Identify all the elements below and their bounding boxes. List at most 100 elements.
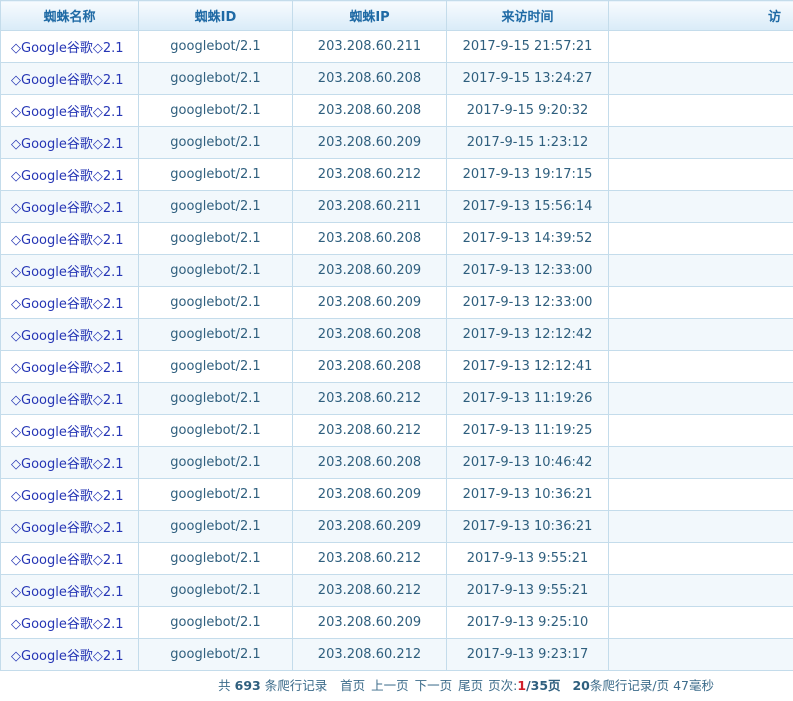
table-row: ◇Google谷歌◇2.1 googlebot/2.1 203.208.60.212… (0, 542, 793, 575)
cell-spider-name[interactable]: ◇Google谷歌◇2.1 (0, 446, 139, 479)
table-row: ◇Google谷歌◇2.1 googlebot/2.1 203.208.60.208… (0, 62, 793, 95)
cell-visited-url[interactable]: http://www.58day.co (608, 222, 793, 255)
cell-visited-url[interactable]: http://www.58day (608, 446, 793, 479)
table-row: ◇Google谷歌◇2.1 googlebot/2.1 203.208.60.208… (0, 350, 793, 383)
cell-spider-id: googlebot/2.1 (138, 574, 293, 607)
cell-spider-ip: 203.208.60.208 (292, 350, 447, 383)
cell-visit-time: 2017-9-13 9:23:17 (446, 638, 609, 671)
cell-spider-name[interactable]: ◇Google谷歌◇2.1 (0, 542, 139, 575)
table-header-row: 蜘蛛名称 蜘蛛ID 蜘蛛IP 来访时间 访 (0, 0, 793, 31)
next-page-link[interactable]: 下一页 (415, 678, 453, 693)
total-suffix: 条爬行记录 (264, 678, 328, 693)
header-spider-name[interactable]: 蜘蛛名称 (0, 0, 139, 31)
cell-spider-name[interactable]: ◇Google谷歌◇2.1 (0, 94, 139, 127)
page-label: 页次: (488, 678, 518, 693)
cell-visit-time: 2017-9-13 12:12:42 (446, 318, 609, 351)
cell-spider-id: googlebot/2.1 (138, 478, 293, 511)
cell-spider-name[interactable]: ◇Google谷歌◇2.1 (0, 318, 139, 351)
cell-spider-name[interactable]: ◇Google谷歌◇2.1 (0, 414, 139, 447)
cell-visited-url[interactable]: http://www (608, 126, 793, 159)
cell-spider-ip: 203.208.60.209 (292, 510, 447, 543)
cell-spider-id: googlebot/2.1 (138, 62, 293, 95)
table-row: ◇Google谷歌◇2.1 googlebot/2.1 203.208.60.212… (0, 382, 793, 415)
cell-spider-name[interactable]: ◇Google谷歌◇2.1 (0, 190, 139, 223)
cell-spider-id: googlebot/2.1 (138, 350, 293, 383)
cell-visited-url[interactable]: http://www.5 (608, 350, 793, 383)
cell-visited-url[interactable]: http://www.58da (608, 542, 793, 575)
cell-spider-name[interactable]: ◇Google谷歌◇2.1 (0, 382, 139, 415)
cell-visited-url[interactable]: http://www.58da (608, 510, 793, 543)
cell-spider-name[interactable]: ◇Google谷歌◇2.1 (0, 574, 139, 607)
cell-visited-url[interactable]: http://www.58da (608, 254, 793, 287)
cell-spider-name[interactable]: ◇Google谷歌◇2.1 (0, 254, 139, 287)
current-page: 1 (517, 678, 527, 693)
cell-visit-time: 2017-9-13 10:46:42 (446, 446, 609, 479)
header-spider-ip[interactable]: 蜘蛛IP (292, 0, 447, 31)
cell-visited-url[interactable]: http://www (608, 30, 793, 63)
table-row: ◇Google谷歌◇2.1 googlebot/2.1 203.208.60.209… (0, 478, 793, 511)
cell-visited-url[interactable]: http://www (608, 190, 793, 223)
cell-visit-time: 2017-9-15 21:57:21 (446, 30, 609, 63)
table-row: ◇Google谷歌◇2.1 googlebot/2.1 203.208.60.208… (0, 318, 793, 351)
cell-spider-id: googlebot/2.1 (138, 94, 293, 127)
cell-visited-url[interactable]: http://www.58 (608, 62, 793, 95)
last-page-link[interactable]: 尾页 (458, 678, 483, 693)
cell-spider-name[interactable]: ◇Google谷歌◇2.1 (0, 222, 139, 255)
cell-spider-ip: 203.208.60.212 (292, 414, 447, 447)
cell-spider-id: googlebot/2.1 (138, 638, 293, 671)
cell-spider-ip: 203.208.60.212 (292, 158, 447, 191)
cell-spider-id: googlebot/2.1 (138, 414, 293, 447)
cell-spider-id: googlebot/2.1 (138, 286, 293, 319)
cell-spider-id: googlebot/2.1 (138, 318, 293, 351)
cell-spider-name[interactable]: ◇Google谷歌◇2.1 (0, 638, 139, 671)
cell-visited-url[interactable]: http://www.58day.co (608, 158, 793, 191)
table-row: ◇Google谷歌◇2.1 googlebot/2.1 203.208.60.212… (0, 414, 793, 447)
table-row: ◇Google谷歌◇2.1 googlebot/2.1 203.208.60.211… (0, 30, 793, 63)
cell-spider-name[interactable]: ◇Google谷歌◇2.1 (0, 510, 139, 543)
cell-visit-time: 2017-9-13 9:55:21 (446, 542, 609, 575)
cell-spider-ip: 203.208.60.209 (292, 478, 447, 511)
cell-spider-ip: 203.208.60.209 (292, 286, 447, 319)
cell-visited-url[interactable]: http://www.58day.co (608, 638, 793, 671)
header-spider-id[interactable]: 蜘蛛ID (138, 0, 293, 31)
cell-visited-url[interactable]: http://www.58da (608, 414, 793, 447)
first-page-link[interactable]: 首页 (340, 678, 365, 693)
table-body: ◇Google谷歌◇2.1 googlebot/2.1 203.208.60.211… (0, 30, 793, 671)
cell-spider-id: googlebot/2.1 (138, 382, 293, 415)
cell-spider-name[interactable]: ◇Google谷歌◇2.1 (0, 350, 139, 383)
cell-spider-ip: 203.208.60.209 (292, 606, 447, 639)
cell-spider-name[interactable]: ◇Google谷歌◇2.1 (0, 62, 139, 95)
cell-visited-url[interactable]: http://www.5 (608, 94, 793, 127)
elapsed-time: 47毫秒 (673, 678, 714, 693)
cell-visited-url[interactable]: http://www.58da (608, 286, 793, 319)
cell-visit-time: 2017-9-13 11:19:25 (446, 414, 609, 447)
cell-spider-name[interactable]: ◇Google谷歌◇2.1 (0, 286, 139, 319)
cell-spider-name[interactable]: ◇Google谷歌◇2.1 (0, 606, 139, 639)
cell-visit-time: 2017-9-15 13:24:27 (446, 62, 609, 95)
cell-spider-ip: 203.208.60.208 (292, 94, 447, 127)
cell-visited-url[interactable]: http://www.58day.co (608, 606, 793, 639)
table-row: ◇Google谷歌◇2.1 googlebot/2.1 203.208.60.208… (0, 222, 793, 255)
cell-spider-id: googlebot/2.1 (138, 158, 293, 191)
cell-spider-ip: 203.208.60.208 (292, 446, 447, 479)
cell-spider-id: googlebot/2.1 (138, 126, 293, 159)
table-row: ◇Google谷歌◇2.1 googlebot/2.1 203.208.60.209… (0, 510, 793, 543)
header-visited-url[interactable]: 访 (608, 0, 793, 31)
table-row: ◇Google谷歌◇2.1 googlebot/2.1 203.208.60.209… (0, 126, 793, 159)
cell-spider-name[interactable]: ◇Google谷歌◇2.1 (0, 126, 139, 159)
header-visit-time[interactable]: 来访时间 (446, 0, 609, 31)
cell-spider-ip: 203.208.60.212 (292, 542, 447, 575)
cell-visited-url[interactable]: http://www.58da (608, 478, 793, 511)
cell-spider-ip: 203.208.60.212 (292, 382, 447, 415)
cell-spider-name[interactable]: ◇Google谷歌◇2.1 (0, 158, 139, 191)
table-row: ◇Google谷歌◇2.1 googlebot/2.1 203.208.60.212… (0, 638, 793, 671)
cell-visited-url[interactable]: http://www.58da (608, 574, 793, 607)
cell-spider-name[interactable]: ◇Google谷歌◇2.1 (0, 478, 139, 511)
cell-visit-time: 2017-9-15 1:23:12 (446, 126, 609, 159)
cell-spider-id: googlebot/2.1 (138, 222, 293, 255)
cell-spider-id: googlebot/2.1 (138, 542, 293, 575)
cell-spider-name[interactable]: ◇Google谷歌◇2.1 (0, 30, 139, 63)
cell-visited-url[interactable]: http://www.5 (608, 318, 793, 351)
cell-visited-url[interactable]: http://www.58da (608, 382, 793, 415)
prev-page-link[interactable]: 上一页 (371, 678, 409, 693)
